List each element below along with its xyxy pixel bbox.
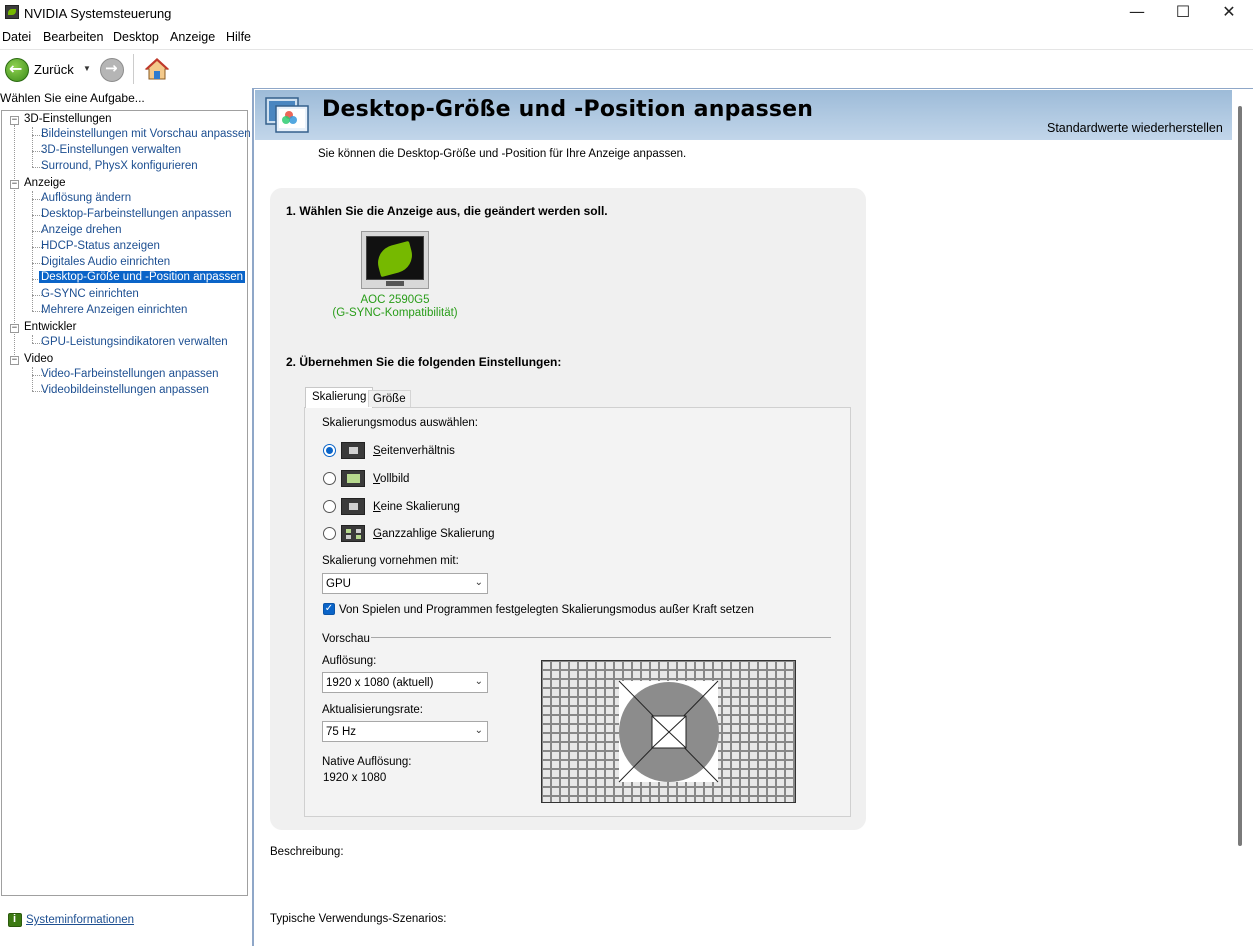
menu-hilfe[interactable]: Hilfe [226,30,251,44]
maximize-button[interactable]: ☐ [1160,0,1206,26]
radio-seitenverhaeltnis[interactable] [323,444,336,457]
description-label: Beschreibung: [270,846,344,858]
minimize-button[interactable]: — [1114,0,1160,26]
refresh-rate-label: Aktualisierungsrate: [322,704,423,716]
vertical-scrollbar[interactable] [1238,106,1242,846]
preview-label: Vorschau [322,633,370,645]
resolution-value: 1920 x 1080 (aktuell) [326,677,434,689]
tree-item-3d-verwalten[interactable]: 3D-Einstellungen verwalten [41,144,181,156]
resolution-label: Auflösung: [322,655,377,667]
refresh-rate-value: 75 Hz [326,726,357,738]
chevron-down-icon: ⌄ [474,577,483,588]
tree-category-anzeige[interactable]: Anzeige [24,177,66,189]
no-scaling-icon [341,498,365,515]
radio-keine-skalierung[interactable] [323,500,336,513]
display-settings-icon [265,97,309,133]
tree-expander-anzeige[interactable]: − [10,180,19,189]
tree-item-gsync[interactable]: G-SYNC einrichten [41,288,139,300]
back-button-label[interactable]: Zurück [34,62,74,77]
page-subtitle: Sie können die Desktop-Größe und -Positi… [318,148,687,160]
fullscreen-icon [341,470,365,487]
tree-item-mehrere-anzeigen[interactable]: Mehrere Anzeigen einrichten [41,304,187,316]
tree-item-farbeinstellungen[interactable]: Desktop-Farbeinstellungen anpassen [41,208,232,220]
info-icon [8,913,22,927]
native-resolution-value: 1920 x 1080 [323,772,387,784]
back-arrow-icon[interactable] [5,58,29,82]
page-title: Desktop-Größe und -Position anpassen [322,97,814,122]
override-scaling-label[interactable]: Von Spielen und Programmen festgelegten … [339,604,754,616]
aspect-ratio-icon [341,442,365,459]
menu-bearbeiten[interactable]: Bearbeiten [43,30,103,44]
monitor-stand [386,281,404,286]
tree-expander-video[interactable]: − [10,356,19,365]
radio-ganzzahlige-skalierung[interactable] [323,527,336,540]
tree-category-entwickler[interactable]: Entwickler [24,321,76,333]
title-bar: NVIDIA Systemsteuerung — ☐ ✕ [0,0,1253,26]
monitor-select-icon[interactable] [361,231,429,289]
perform-scaling-value: GPU [326,578,351,590]
tree-item-bildeinstellungen[interactable]: Bildeinstellungen mit Vorschau anpassen [41,128,251,140]
task-tree: − 3D-Einstellungen Bildeinstellungen mit… [1,110,251,896]
close-button[interactable]: ✕ [1206,0,1252,26]
tree-category-3d[interactable]: 3D-Einstellungen [24,113,112,125]
tree-item-surround-physx[interactable]: Surround, PhysX konfigurieren [41,160,198,172]
tree-item-anzeige-drehen[interactable]: Anzeige drehen [41,224,122,236]
restore-defaults-link[interactable]: Standardwerte wiederherstellen [1047,121,1223,135]
resolution-select[interactable]: 1920 x 1080 (aktuell) ⌄ [322,672,488,693]
system-info-link[interactable]: Systeminformationen [26,914,134,926]
scaling-mode-label: Skalierungsmodus auswählen: [322,417,478,429]
tree-item-aufloesung[interactable]: Auflösung ändern [41,192,131,204]
display-name[interactable]: AOC 2590G5 [340,294,450,306]
nvidia-logo-icon [5,5,19,19]
toolbar-separator [133,54,134,84]
integer-scaling-icon [341,525,365,542]
tree-expander-entwickler[interactable]: − [10,324,19,333]
forward-arrow-icon[interactable] [100,58,124,82]
refresh-rate-select[interactable]: 75 Hz ⌄ [322,721,488,742]
native-resolution-label: Native Auflösung: [322,756,412,768]
step-2-title: 2. Übernehmen Sie die folgenden Einstell… [286,355,562,369]
tree-item-gpu-leistung[interactable]: GPU-Leistungsindikatoren verwalten [41,336,228,348]
mode-label-ganzzahlige-skalierung[interactable]: Ganzzahlige Skalierung [373,528,494,540]
display-subtitle[interactable]: (G-SYNC-Kompatibilität) [330,307,460,319]
chevron-down-icon: ⌄ [474,676,483,687]
window-title: NVIDIA Systemsteuerung [24,6,172,21]
mode-label-keine-skalierung[interactable]: Keine Skalierung [373,501,460,513]
toolbar: Zurück ▼ [0,49,1253,88]
menu-desktop[interactable]: Desktop [113,30,159,44]
chevron-down-icon: ⌄ [474,725,483,736]
tab-groesse[interactable]: Größe [368,390,411,407]
tree-item-video-farbe[interactable]: Video-Farbeinstellungen anpassen [41,368,219,380]
mode-label-vollbild[interactable]: Vollbild [373,473,409,485]
test-pattern-icon [542,661,795,802]
scaling-preview [541,660,796,803]
menu-bar: Datei Bearbeiten Desktop Anzeige Hilfe [0,28,1253,48]
radio-vollbild[interactable] [323,472,336,485]
perform-scaling-label: Skalierung vornehmen mit: [322,555,459,567]
tree-item-hdcp[interactable]: HDCP-Status anzeigen [41,240,160,252]
menu-anzeige[interactable]: Anzeige [170,30,215,44]
preview-divider [371,637,831,638]
perform-scaling-select[interactable]: GPU ⌄ [322,573,488,594]
tab-skalierung[interactable]: Skalierung [305,387,374,408]
tree-item-digitales-audio[interactable]: Digitales Audio einrichten [41,256,170,268]
step-1-title: 1. Wählen Sie die Anzeige aus, die geänd… [286,204,608,218]
back-history-dropdown[interactable]: ▼ [83,64,91,73]
monitor-screen [366,236,424,280]
home-icon[interactable] [144,56,170,82]
mode-label-seitenverhaeltnis[interactable]: Seitenverhältnis [373,445,455,457]
tree-item-desktop-groesse[interactable]: Desktop-Größe und -Position anpassen [39,271,245,283]
usage-scenarios-label: Typische Verwendungs-Szenarios: [270,913,447,925]
tree-category-video[interactable]: Video [24,353,53,365]
menu-datei[interactable]: Datei [2,30,31,44]
sidebar-header: Wählen Sie eine Aufgabe... [0,91,145,105]
override-scaling-checkbox[interactable]: ✓ [323,603,335,615]
tree-expander-3d[interactable]: − [10,116,19,125]
tree-item-videobild[interactable]: Videobildeinstellungen anpassen [41,384,209,396]
